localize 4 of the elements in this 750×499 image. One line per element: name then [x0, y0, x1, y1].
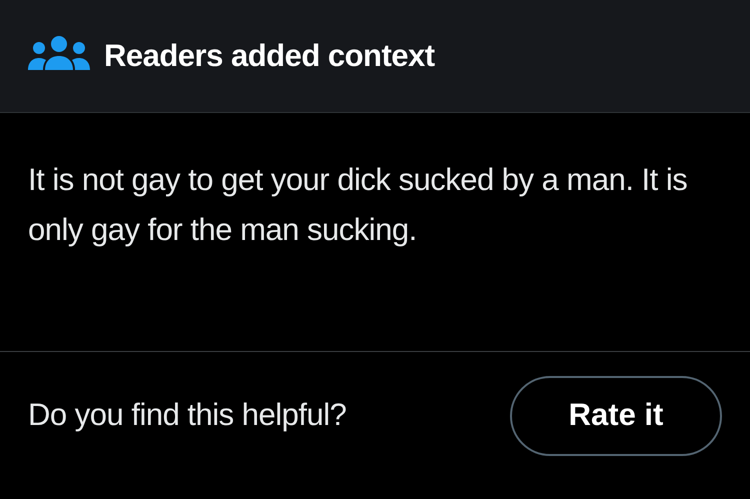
helpful-question: Do you find this helpful?: [28, 396, 346, 434]
header-title: Readers added context: [104, 36, 435, 75]
rate-button[interactable]: Rate it: [510, 376, 722, 456]
note-text: It is not gay to get your dick sucked by a man. It is only gay for the man sucking.: [28, 161, 688, 249]
